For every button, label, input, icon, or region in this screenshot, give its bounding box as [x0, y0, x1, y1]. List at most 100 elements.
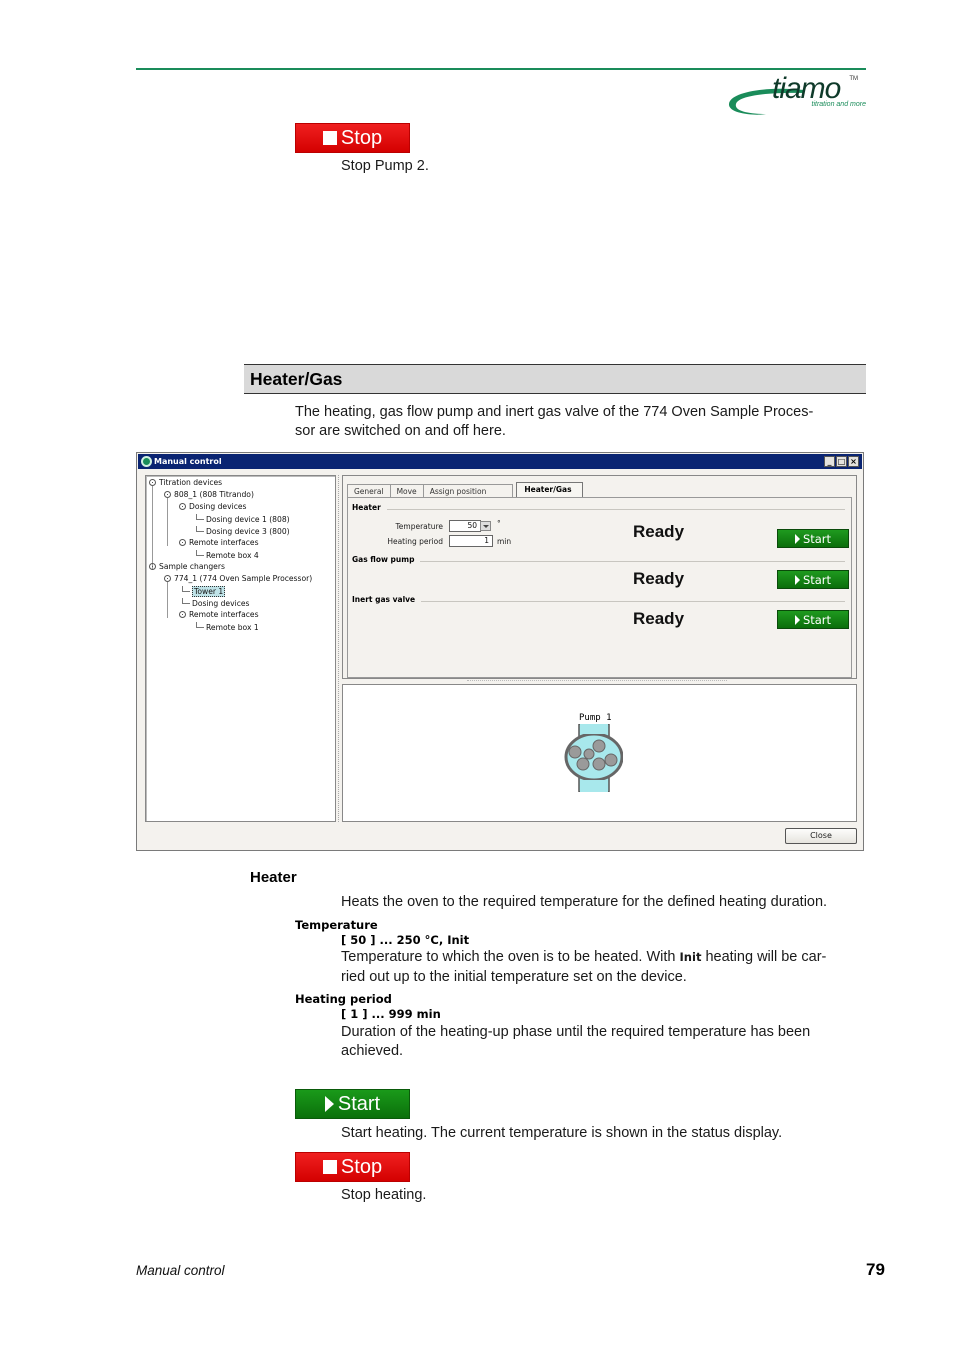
start-heating-button[interactable]: Start	[295, 1089, 410, 1119]
tree-expand-icon[interactable]	[149, 563, 156, 570]
page-number: 79	[866, 1260, 885, 1279]
tree-item-label: Dosing device 1 (808)	[206, 515, 290, 524]
heater-description: Heats the oven to the required temperatu…	[341, 894, 828, 910]
tab-bar: General Move Assign position Heater/Gas	[347, 482, 583, 498]
tree-item-sample-changers[interactable]: Sample changers	[149, 562, 225, 573]
device-display-panel: Pump 1	[342, 684, 857, 822]
tree-expand-icon[interactable]	[179, 611, 186, 618]
tree-item-label: Titration devices	[159, 478, 223, 487]
tree-item-label: Remote interfaces	[189, 610, 259, 619]
device-tree: Titration devices 808_1 (808 Titrando) D…	[145, 475, 336, 822]
play-triangle-icon	[794, 574, 800, 585]
tree-expand-icon[interactable]	[179, 539, 186, 546]
tree-item-label: Sample changers	[159, 562, 225, 571]
tree-leaf-connector-icon	[196, 526, 204, 532]
vertical-splitter[interactable]	[338, 475, 341, 822]
header-rule	[136, 68, 866, 70]
tree-item-remote-interfaces-774[interactable]: Remote interfaces	[179, 610, 259, 621]
temperature-dropdown-icon[interactable]	[480, 521, 491, 531]
tree-leaf-connector-icon	[196, 622, 204, 628]
stop-square-icon	[322, 131, 337, 145]
stop-heating-button[interactable]: Stop	[295, 1152, 410, 1182]
minimize-button[interactable]: _	[824, 456, 835, 467]
tab-move[interactable]: Move	[389, 484, 424, 498]
stop-pump-button[interactable]: Stop	[295, 123, 410, 153]
gas-flow-pump-status: Ready	[633, 569, 685, 588]
stop-pump-description: Stop Pump 2.	[341, 158, 429, 174]
temperature-input[interactable]: 50	[449, 520, 481, 532]
control-panel: General Move Assign position Heater/Gas …	[342, 475, 857, 679]
tree-item-808[interactable]: 808_1 (808 Titrando)	[164, 490, 254, 501]
heater-status: Ready	[633, 522, 685, 541]
app-icon	[141, 456, 152, 467]
tree-item-remote-box-4[interactable]: Remote box 4	[196, 550, 259, 561]
tree-leaf-connector-icon	[182, 598, 190, 604]
heating-period-description-line-2: achieved.	[341, 1043, 404, 1059]
close-window-button[interactable]: ×	[848, 456, 859, 467]
tree-item-dosing-device-3[interactable]: Dosing device 3 (800)	[196, 526, 290, 537]
tab-general[interactable]: General	[347, 484, 391, 498]
section-header: Heater/Gas	[244, 364, 866, 394]
start-button-label: Start	[802, 572, 832, 587]
tree-expand-icon[interactable]	[164, 491, 171, 498]
tree-item-label-selected: Tower 1	[192, 586, 226, 597]
temperature-unit: °	[497, 519, 501, 528]
text-fragment: Temperature to which the oven is to be h…	[341, 949, 680, 965]
tab-heater-gas[interactable]: Heater/Gas	[516, 482, 583, 498]
logo-trademark: TM	[849, 76, 858, 82]
section-title: Heater/Gas	[250, 369, 343, 389]
heater-gas-panel: Heater Temperature 50 ° Heating period 1…	[347, 497, 852, 678]
manual-control-window: Manual control _ □ × Titration devices 8…	[136, 452, 864, 851]
tree-leaf-connector-icon	[182, 586, 190, 592]
tiamo-logo: tiamo TM titration and more	[726, 72, 868, 118]
tree-expand-icon[interactable]	[164, 575, 171, 582]
heating-period-param-range: [ 1 ] ... 999 min	[341, 1007, 441, 1021]
tree-item-label: Dosing devices	[192, 599, 250, 608]
inert-gas-valve-start-button[interactable]: Start	[777, 610, 849, 629]
footer-section-name: Manual control	[136, 1263, 225, 1278]
tree-item-remote-box-1[interactable]: Remote box 1	[196, 622, 259, 633]
stop-button-label: Stop	[340, 126, 383, 149]
pump-label: Pump 1	[579, 713, 612, 723]
window-titlebar: Manual control _ □ ×	[138, 454, 862, 469]
tree-item-remote-interfaces[interactable]: Remote interfaces	[179, 538, 259, 549]
tree-item-label: Dosing devices	[189, 502, 247, 511]
temperature-param-range: [ 50 ] ... 250 °C, Init	[341, 933, 470, 947]
tree-item-label: Dosing device 3 (800)	[206, 527, 290, 536]
tree-item-tower-1[interactable]: Tower 1	[182, 586, 226, 597]
heating-period-input[interactable]: 1	[449, 535, 493, 547]
play-triangle-icon	[324, 1096, 334, 1112]
close-button[interactable]: Close	[785, 828, 857, 844]
tree-item-label: Remote interfaces	[189, 538, 259, 547]
temperature-label: Temperature	[395, 522, 443, 531]
pump-icon	[564, 724, 623, 792]
tree-expand-icon[interactable]	[179, 503, 186, 510]
maximize-button[interactable]: □	[836, 456, 847, 467]
group-divider	[352, 509, 845, 510]
group-divider	[352, 601, 845, 602]
tree-item-label: Remote box 1	[206, 623, 259, 632]
tree-item-dosing-devices-774[interactable]: Dosing devices	[182, 598, 250, 609]
gas-flow-pump-start-button[interactable]: Start	[777, 570, 849, 589]
tree-expand-icon[interactable]	[149, 479, 156, 486]
start-button-label: Start	[802, 531, 832, 546]
window-title: Manual control	[154, 457, 222, 466]
heater-start-button[interactable]: Start	[777, 529, 849, 548]
tab-assign-position[interactable]: Assign position	[422, 484, 514, 498]
text-fragment: heating will be car-	[701, 949, 827, 965]
tree-item-774[interactable]: 774_1 (774 Oven Sample Processor)	[164, 574, 312, 585]
temperature-param-description-line-2: ried out up to the initial temperature s…	[341, 969, 687, 985]
tree-item-label: Remote box 4	[206, 551, 259, 560]
play-triangle-icon	[794, 614, 800, 625]
tree-item-dosing-device-1[interactable]: Dosing device 1 (808)	[196, 514, 290, 525]
tree-leaf-connector-icon	[196, 514, 204, 520]
gas-flow-pump-group-label: Gas flow pump	[352, 555, 421, 564]
init-keyword: Init	[679, 950, 702, 964]
tree-connector	[152, 486, 153, 570]
tree-item-titration-devices[interactable]: Titration devices	[149, 478, 222, 489]
start-button-label: Start	[802, 612, 832, 627]
horizontal-splitter[interactable]	[467, 680, 727, 682]
tree-item-dosing-devices[interactable]: Dosing devices	[179, 502, 247, 513]
stop-button-label: Stop	[340, 1155, 383, 1178]
tree-connector	[167, 582, 168, 618]
